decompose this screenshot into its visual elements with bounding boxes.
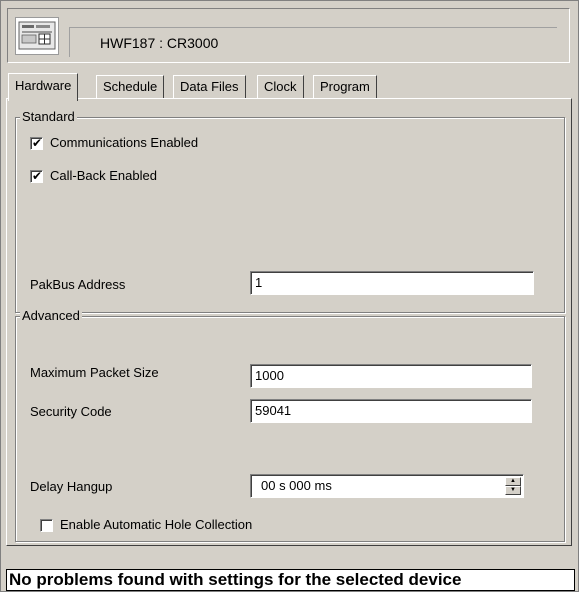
device-configuration-panel: HWF187 : CR3000 Hardware Schedule Data F… (0, 0, 579, 592)
validation-status-message: No problems found with settings for the … (6, 569, 575, 591)
datalogger-icon (15, 17, 59, 55)
spin-up-icon[interactable]: ▲ (505, 477, 521, 486)
delay-hangup-value: 00 s 000 ms (261, 478, 332, 493)
max-packet-size-label: Maximum Packet Size (30, 365, 159, 380)
auto-hole-collection-checkbox[interactable]: Enable Automatic Hole Collection (40, 516, 252, 534)
device-title: HWF187 : CR3000 (69, 27, 557, 57)
security-code-input[interactable]: 59041 (250, 399, 532, 423)
max-packet-size-input[interactable]: 1000 (250, 364, 532, 388)
tab-schedule[interactable]: Schedule (96, 75, 165, 99)
delay-hangup-spinner[interactable]: ▲ ▼ (505, 477, 521, 495)
tab-data-files[interactable]: Data Files (173, 75, 246, 99)
tab-clock[interactable]: Clock (257, 75, 304, 99)
security-code-label: Security Code (30, 404, 112, 419)
spin-down-icon[interactable]: ▼ (505, 486, 521, 495)
standard-group: Standard ✔ Communications Enabled ✔ Call… (15, 109, 565, 313)
delay-hangup-label: Delay Hangup (30, 479, 113, 494)
delay-hangup-input[interactable]: 00 s 000 ms ▲ ▼ (250, 474, 524, 498)
advanced-group: Advanced Maximum Packet Size 1000 Securi… (15, 308, 565, 542)
pakbus-address-label: PakBus Address (30, 277, 126, 292)
advanced-group-label: Advanced (20, 308, 82, 324)
check-icon: ✔ (31, 168, 43, 183)
device-header: HWF187 : CR3000 (7, 8, 570, 63)
tab-hardware[interactable]: Hardware (8, 73, 79, 101)
callback-enabled-label: Call-Back Enabled (50, 168, 157, 183)
pakbus-address-input[interactable]: 1 (250, 271, 534, 295)
communications-enabled-checkbox[interactable]: ✔ Communications Enabled (30, 134, 198, 152)
communications-enabled-box[interactable]: ✔ (30, 135, 43, 150)
tab-program[interactable]: Program (313, 75, 377, 99)
hardware-tab-page: Standard ✔ Communications Enabled ✔ Call… (6, 98, 572, 546)
auto-hole-collection-box[interactable] (40, 518, 53, 532)
auto-hole-collection-label: Enable Automatic Hole Collection (60, 517, 253, 532)
callback-enabled-box[interactable]: ✔ (30, 168, 43, 183)
callback-enabled-checkbox[interactable]: ✔ Call-Back Enabled (30, 167, 157, 185)
check-icon: ✔ (31, 135, 43, 150)
standard-group-label: Standard (20, 109, 77, 125)
communications-enabled-label: Communications Enabled (50, 135, 199, 150)
